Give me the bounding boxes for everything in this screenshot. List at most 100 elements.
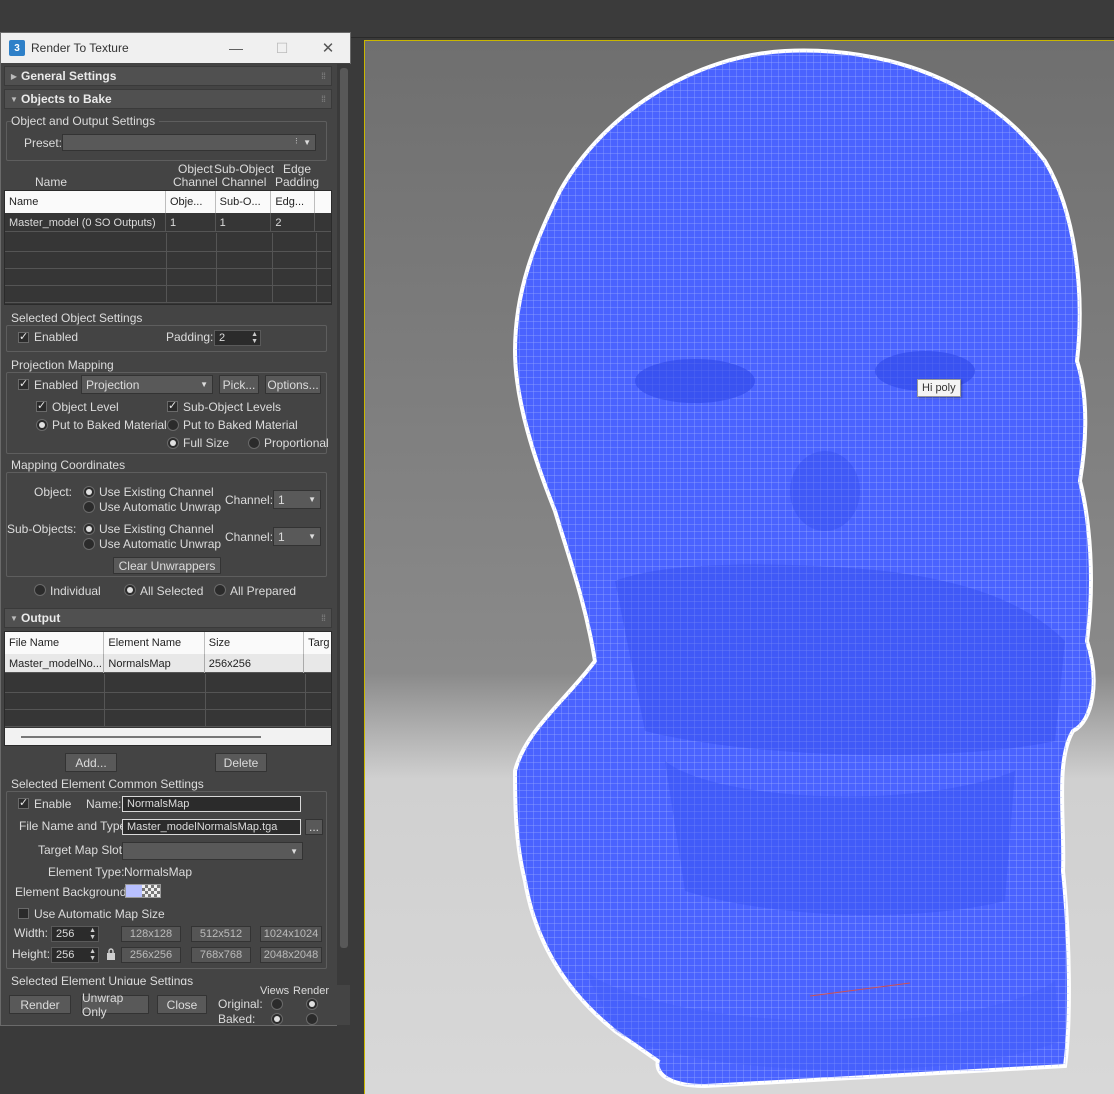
sub-use-automatic-radio[interactable] — [83, 538, 95, 550]
scrollbar-thumb[interactable] — [340, 68, 348, 948]
header-file-name[interactable]: File Name — [5, 632, 105, 654]
sub-object-levels-checkbox[interactable] — [167, 399, 178, 412]
header-size[interactable]: Size — [205, 632, 305, 654]
width-spinner[interactable]: 256 ▲ ▼ — [51, 926, 99, 942]
hscroll-thumb[interactable] — [21, 736, 261, 738]
header-object-channel[interactable]: Obje... — [166, 191, 216, 213]
proportional-radio[interactable] — [248, 437, 260, 449]
full-size-radio[interactable] — [167, 437, 179, 449]
header-name[interactable]: Name — [5, 191, 166, 213]
projection-mode-dropdown[interactable]: Projection ▼ — [81, 375, 213, 394]
hi-poly-tooltip: Hi poly — [917, 379, 961, 397]
table-row[interactable]: Master_modelNo... NormalsMap 256x256 — [5, 654, 331, 673]
sub-channel-dropdown[interactable]: 1 ▼ — [273, 527, 321, 546]
full-size-label: Full Size — [183, 436, 230, 450]
individual-radio[interactable] — [34, 584, 46, 596]
all-prepared-radio[interactable] — [214, 584, 226, 596]
close-button[interactable]: Close — [157, 995, 207, 1014]
all-prepared-label: All Prepared — [230, 584, 297, 598]
col-subobject-channel-label: Sub-Object Channel — [214, 162, 275, 189]
size-preset-2048[interactable]: 2048x2048 — [260, 947, 322, 963]
element-background-swatch[interactable] — [125, 884, 161, 898]
object-channel-label: Channel: — [225, 493, 274, 507]
individual-label: Individual — [50, 584, 101, 598]
target-map-slot-label: Target Map Slot: — [38, 843, 126, 857]
render-button[interactable]: Render — [9, 995, 71, 1014]
enabled-checkbox[interactable] — [18, 330, 29, 343]
rollout-objects-to-bake[interactable]: ▼ Objects to Bake ⁞⁞ — [4, 89, 332, 109]
auto-map-size-checkbox[interactable] — [18, 908, 29, 919]
size-preset-256[interactable]: 256x256 — [121, 947, 181, 963]
put-baked-left-radio[interactable] — [36, 419, 48, 431]
preset-dropdown[interactable]: ⁝ ▼ — [62, 134, 316, 151]
sub-object-levels-label: Sub-Object Levels — [183, 400, 282, 414]
table-row[interactable]: Master_model (0 SO Outputs) 1 1 2 — [5, 213, 331, 232]
target-map-slot-dropdown[interactable]: ▼ — [122, 842, 303, 860]
maximize-button[interactable]: ☐ — [259, 33, 305, 63]
chevron-down-icon: ▼ — [308, 495, 316, 504]
header-target[interactable]: Targ — [304, 632, 331, 654]
put-baked-right-radio[interactable] — [167, 419, 179, 431]
baked-views-radio[interactable] — [271, 1013, 283, 1025]
table-row-empty — [5, 284, 331, 303]
preset-label: Preset: — [24, 136, 63, 150]
hi-poly-mesh[interactable] — [512, 48, 1096, 1089]
viewport-scene — [365, 41, 1114, 1094]
size-preset-128[interactable]: 128x128 — [121, 926, 181, 942]
put-baked-right-label: Put to Baked Material — [183, 418, 298, 432]
original-render-radio[interactable] — [306, 998, 318, 1010]
header-element-name[interactable]: Element Name — [104, 632, 205, 654]
element-enable-checkbox[interactable] — [18, 796, 29, 809]
element-name-input[interactable]: NormalsMap — [122, 796, 301, 812]
height-spinner[interactable]: 256 ▲ ▼ — [51, 947, 99, 963]
object-channel-dropdown[interactable]: 1 ▼ — [273, 490, 321, 509]
header-subobject-channel[interactable]: Sub-O... — [216, 191, 272, 213]
sub-use-existing-radio[interactable] — [83, 523, 95, 535]
file-name-type-input[interactable]: Master_modelNormalsMap.tga — [122, 819, 301, 835]
3d-viewport[interactable]: Hi poly — [364, 40, 1114, 1094]
output-table-hscroll[interactable] — [5, 728, 331, 745]
group-label: Selected Element Common Settings — [11, 777, 208, 791]
element-common-settings-group — [6, 791, 327, 969]
checker-pattern — [142, 885, 160, 897]
options-button[interactable]: Options... — [265, 375, 321, 394]
object-use-existing-radio[interactable] — [83, 486, 95, 498]
clear-unwrappers-button[interactable]: Clear Unwrappers — [113, 557, 221, 574]
enabled-label: Enabled — [34, 330, 79, 344]
unwrap-only-button[interactable]: Unwrap Only — [81, 991, 149, 1019]
all-selected-radio[interactable] — [124, 584, 136, 596]
dialog-scrollbar[interactable] — [337, 64, 351, 1026]
object-use-existing-label: Use Existing Channel — [99, 485, 214, 499]
lock-icon[interactable] — [106, 948, 116, 960]
delete-button[interactable]: Delete — [215, 753, 267, 772]
padding-spinner[interactable]: 2 ▲ ▼ — [214, 330, 261, 346]
group-label: Projection Mapping — [11, 358, 118, 372]
baked-label: Baked: — [218, 1012, 256, 1026]
size-preset-768[interactable]: 768x768 — [191, 947, 251, 963]
header-edge-padding[interactable]: Edg... — [271, 191, 316, 213]
baked-render-radio[interactable] — [306, 1013, 318, 1025]
cell-element-name: NormalsMap — [104, 654, 205, 673]
cell-target — [304, 654, 331, 673]
element-type-value: NormalsMap — [124, 865, 193, 879]
original-views-radio[interactable] — [271, 998, 283, 1010]
dialog-titlebar[interactable]: 3 Render To Texture — ☐ ✕ — [1, 33, 350, 63]
pick-button[interactable]: Pick... — [219, 375, 259, 394]
objects-table[interactable]: Name Obje... Sub-O... Edg... Master_mode… — [4, 190, 332, 305]
projection-enabled-checkbox[interactable] — [18, 377, 29, 390]
3dsmax-app-icon: 3 — [9, 40, 25, 56]
browse-button[interactable]: ... — [305, 819, 323, 835]
object-use-automatic-radio[interactable] — [83, 501, 95, 513]
close-window-button[interactable]: ✕ — [305, 33, 351, 63]
size-preset-1024[interactable]: 1024x1024 — [260, 926, 322, 942]
sub-use-existing-label: Use Existing Channel — [99, 522, 214, 536]
add-button[interactable]: Add... — [65, 753, 117, 772]
rollout-output[interactable]: ▼ Output ⁞⁞ — [4, 608, 332, 628]
proportional-label: Proportional — [264, 436, 329, 450]
output-table[interactable]: File Name Element Name Size Targ Master_… — [4, 631, 332, 746]
minimize-button[interactable]: — — [213, 33, 259, 63]
col-name-label: Name — [35, 175, 68, 189]
size-preset-512[interactable]: 512x512 — [191, 926, 251, 942]
rollout-general-settings[interactable]: ▶ General Settings ⁞⁞ — [4, 66, 332, 86]
object-level-checkbox[interactable] — [36, 399, 47, 412]
